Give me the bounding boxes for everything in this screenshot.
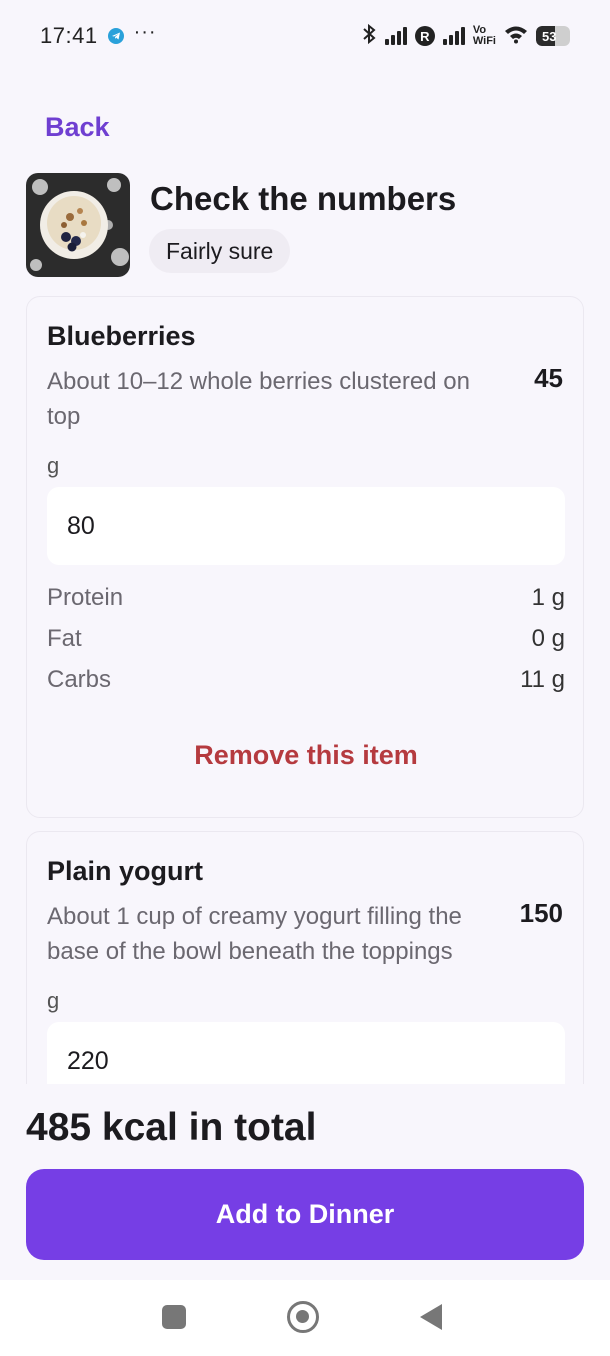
- remove-item-button[interactable]: Remove this item: [27, 740, 585, 771]
- macro-row-protein: Protein 1 g: [47, 584, 565, 612]
- macro-label: Carbs: [47, 666, 112, 693]
- macro-value: 0 g: [531, 625, 565, 652]
- quantity-input[interactable]: 80: [47, 487, 565, 565]
- macro-row-fat: Fat 0 g: [47, 625, 565, 653]
- macro-row-carbs: Carbs 11 g: [47, 666, 565, 694]
- status-bar: 17:41 ··· R Vo WiFi 53: [0, 0, 610, 72]
- total-kcal: 485 kcal in total: [26, 1106, 317, 1149]
- food-item-card: Plain yogurt 150 About 1 cup of creamy y…: [26, 831, 584, 1084]
- food-item-description: About 10–12 whole berries clustered on t…: [47, 368, 470, 430]
- page-title: Check the numbers: [150, 180, 457, 217]
- back-button[interactable]: Back: [45, 112, 110, 143]
- back-triangle-icon[interactable]: [420, 1304, 442, 1330]
- quantity-value: 220: [67, 1046, 109, 1075]
- meal-photo-thumbnail: [26, 173, 130, 277]
- recents-icon[interactable]: [162, 1305, 186, 1329]
- macro-value: 1 g: [531, 584, 565, 611]
- quantity-unit-label: g: [47, 453, 60, 478]
- roaming-r-icon: R: [414, 26, 435, 46]
- add-to-meal-button[interactable]: Add to Dinner: [26, 1169, 584, 1260]
- vowifi-icon: Vo WiFi: [473, 25, 496, 47]
- bluetooth-icon: [361, 23, 377, 50]
- status-time: 17:41: [40, 23, 98, 48]
- status-left: 17:41 ···: [40, 21, 157, 49]
- food-item-description: About 1 cup of creamy yogurt filling the…: [47, 903, 462, 965]
- status-right: R Vo WiFi 53: [361, 23, 570, 50]
- vowifi-bottom-text: WiFi: [472, 35, 496, 47]
- macro-label: Fat: [47, 625, 82, 652]
- macro-value: 11 g: [520, 666, 565, 693]
- food-item-name: Plain yogurt: [47, 856, 204, 886]
- food-item-list[interactable]: Blueberries 45 About 10–12 whole berries…: [0, 296, 610, 1084]
- system-nav-bar: [0, 1280, 610, 1356]
- home-icon[interactable]: [287, 1301, 319, 1333]
- more-dots-icon: ···: [133, 21, 157, 43]
- food-item-name: Blueberries: [47, 321, 196, 351]
- telegram-icon: [107, 28, 124, 44]
- wifi-icon: [504, 24, 528, 49]
- quantity-unit-label: g: [47, 988, 60, 1013]
- battery-icon: 53: [536, 26, 570, 46]
- signal-icon: [384, 27, 407, 45]
- food-item-kcal: 45: [534, 363, 563, 393]
- food-item-kcal: 150: [519, 898, 563, 928]
- signal-icon: [442, 27, 465, 45]
- quantity-input[interactable]: 220: [47, 1022, 565, 1084]
- confidence-badge: Fairly sure: [149, 229, 291, 273]
- quantity-value: 80: [67, 511, 95, 540]
- macro-label: Protein: [47, 584, 124, 611]
- food-item-card: Blueberries 45 About 10–12 whole berries…: [26, 296, 584, 818]
- screen: 17:41 ··· R Vo WiFi 53 Back Check the nu…: [0, 0, 610, 1356]
- battery-level: 53: [542, 28, 557, 44]
